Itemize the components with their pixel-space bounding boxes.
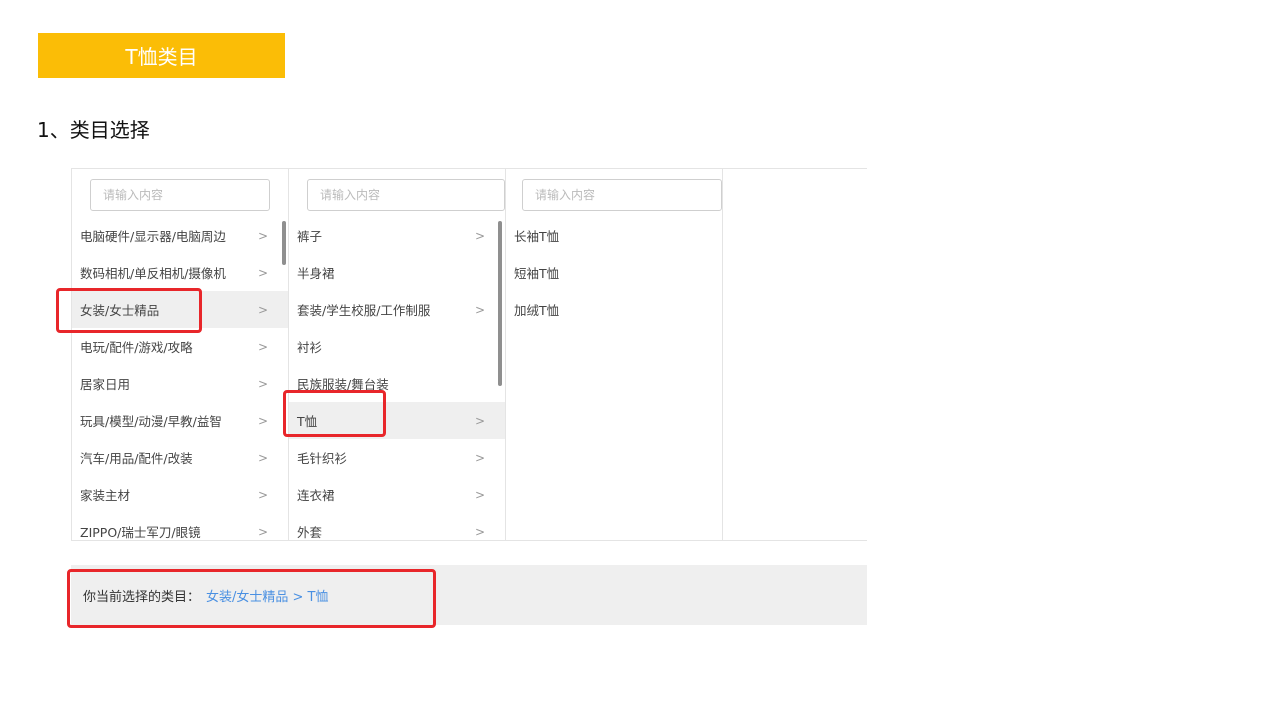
category-item-label: 女装/女士精品 <box>80 303 160 318</box>
category-item-label: 电脑硬件/显示器/电脑周边 <box>80 229 226 244</box>
category-item[interactable]: 衬衫 <box>289 328 505 365</box>
category-item-label: 民族服装/舞台装 <box>297 377 389 392</box>
banner-title: T恤类目 <box>125 45 198 69</box>
category-item[interactable]: 裤子 > <box>289 217 505 254</box>
category-item-label: 外套 <box>297 525 323 540</box>
chevron-right-icon: > <box>474 450 485 465</box>
category-item[interactable]: 短袖T恤 <box>506 254 722 291</box>
category-search-input-level-2[interactable] <box>307 179 505 211</box>
chevron-right-icon: > <box>257 450 268 465</box>
category-item-label: 电玩/配件/游戏/攻略 <box>80 340 193 355</box>
category-item[interactable]: 汽车/用品/配件/改装 > <box>72 439 288 476</box>
chevron-right-icon: > <box>257 376 268 391</box>
category-column-level-1: 电脑硬件/显示器/电脑周边>数码相机/单反相机/摄像机>女装/女士精品>电玩/配… <box>72 169 289 540</box>
chevron-right-icon: > <box>257 524 268 539</box>
category-item[interactable]: 玩具/模型/动漫/早教/益智 > <box>72 402 288 439</box>
category-list-level-1: 电脑硬件/显示器/电脑周边 > 数码相机/单反相机/摄像机 > 女装/女士精品 > 电玩/配… <box>72 217 288 550</box>
category-item[interactable]: 套装/学生校服/工作制服 > <box>289 291 505 328</box>
chevron-right-icon: > <box>257 413 268 428</box>
category-item-label: 居家日用 <box>80 377 131 392</box>
category-item-label: 家装主材 <box>80 488 131 503</box>
scrollbar-level-2[interactable] <box>498 221 502 386</box>
chevron-right-icon: > <box>257 228 268 243</box>
category-item-label: 数码相机/单反相机/摄像机 <box>80 266 226 281</box>
chevron-right-icon: > <box>474 228 485 243</box>
category-item-label: 加绒T恤 <box>514 303 560 318</box>
category-item-label: 汽车/用品/配件/改装 <box>80 451 193 466</box>
chevron-right-icon: > <box>257 487 268 502</box>
category-item-label: 衬衫 <box>297 340 323 355</box>
category-item-label: 连衣裙 <box>297 488 335 503</box>
category-item-label: 半身裙 <box>297 266 335 281</box>
category-item-label: 套装/学生校服/工作制服 <box>297 303 431 318</box>
chevron-right-icon: > <box>474 413 485 428</box>
category-item[interactable]: 女装/女士精品 > <box>72 291 288 328</box>
category-search-input-level-3[interactable] <box>522 179 722 211</box>
category-list-level-3: 长袖T恤短袖T恤加绒T恤 <box>506 217 722 328</box>
category-item-label: 短袖T恤 <box>514 266 560 281</box>
category-item[interactable]: 数码相机/单反相机/摄像机 > <box>72 254 288 291</box>
current-selection-label: 你当前选择的类目： <box>83 589 201 605</box>
category-item[interactable]: 家装主材 > <box>72 476 288 513</box>
chevron-right-icon: > <box>257 339 268 354</box>
category-search-input-level-1[interactable] <box>90 179 270 211</box>
category-item-label: 裤子 <box>297 229 323 244</box>
category-item[interactable]: T恤 > <box>289 402 505 439</box>
chevron-right-icon: > <box>474 302 485 317</box>
category-item[interactable]: 电玩/配件/游戏/攻略 > <box>72 328 288 365</box>
category-item[interactable]: 外套 > <box>289 513 505 550</box>
scrollbar-level-1[interactable] <box>282 221 286 265</box>
category-column-level-3: 长袖T恤短袖T恤加绒T恤 <box>506 169 723 540</box>
chevron-right-icon: > <box>474 524 485 539</box>
category-item-label: 长袖T恤 <box>514 229 560 244</box>
category-item-label: 玩具/模型/动漫/早教/益智 <box>80 414 222 429</box>
category-item[interactable]: 毛针织衫 > <box>289 439 505 476</box>
category-item[interactable]: 电脑硬件/显示器/电脑周边 > <box>72 217 288 254</box>
category-banner: T恤类目 <box>38 33 285 78</box>
chevron-right-icon: > <box>257 265 268 280</box>
category-column-level-2: 裤子>半身裙套装/学生校服/工作制服>衬衫民族服装/舞台装T恤>毛针织衫>连衣裙… <box>289 169 506 540</box>
category-item[interactable]: 民族服装/舞台装 <box>289 365 505 402</box>
category-selector: 电脑硬件/显示器/电脑周边>数码相机/单反相机/摄像机>女装/女士精品>电玩/配… <box>71 168 867 541</box>
current-selection-bar: 你当前选择的类目： 女装/女士精品 > T恤 <box>71 565 867 625</box>
category-item[interactable]: 加绒T恤 <box>506 291 722 328</box>
category-item-label: 毛针织衫 <box>297 451 348 466</box>
category-list-level-2: 裤子 > 半身裙 套装/学生校服/工作制服 > 衬衫 民族服装/舞台装 T恤 > 毛针织衫 > 连衣裙… <box>289 217 505 550</box>
category-item-label: T恤 <box>297 414 318 429</box>
category-item[interactable]: ZIPPO/瑞士军刀/眼镜 > <box>72 513 288 550</box>
category-item[interactable]: 居家日用 > <box>72 365 288 402</box>
category-item[interactable]: 半身裙 <box>289 254 505 291</box>
category-item[interactable]: 长袖T恤 <box>506 217 722 254</box>
chevron-right-icon: > <box>474 487 485 502</box>
chevron-right-icon: > <box>257 302 268 317</box>
category-column-empty <box>723 169 868 540</box>
section-title: 1、类目选择 <box>37 118 150 142</box>
category-item-label: ZIPPO/瑞士军刀/眼镜 <box>80 525 201 540</box>
current-selection-path[interactable]: 女装/女士精品 > T恤 <box>206 586 328 605</box>
category-item[interactable]: 连衣裙 > <box>289 476 505 513</box>
